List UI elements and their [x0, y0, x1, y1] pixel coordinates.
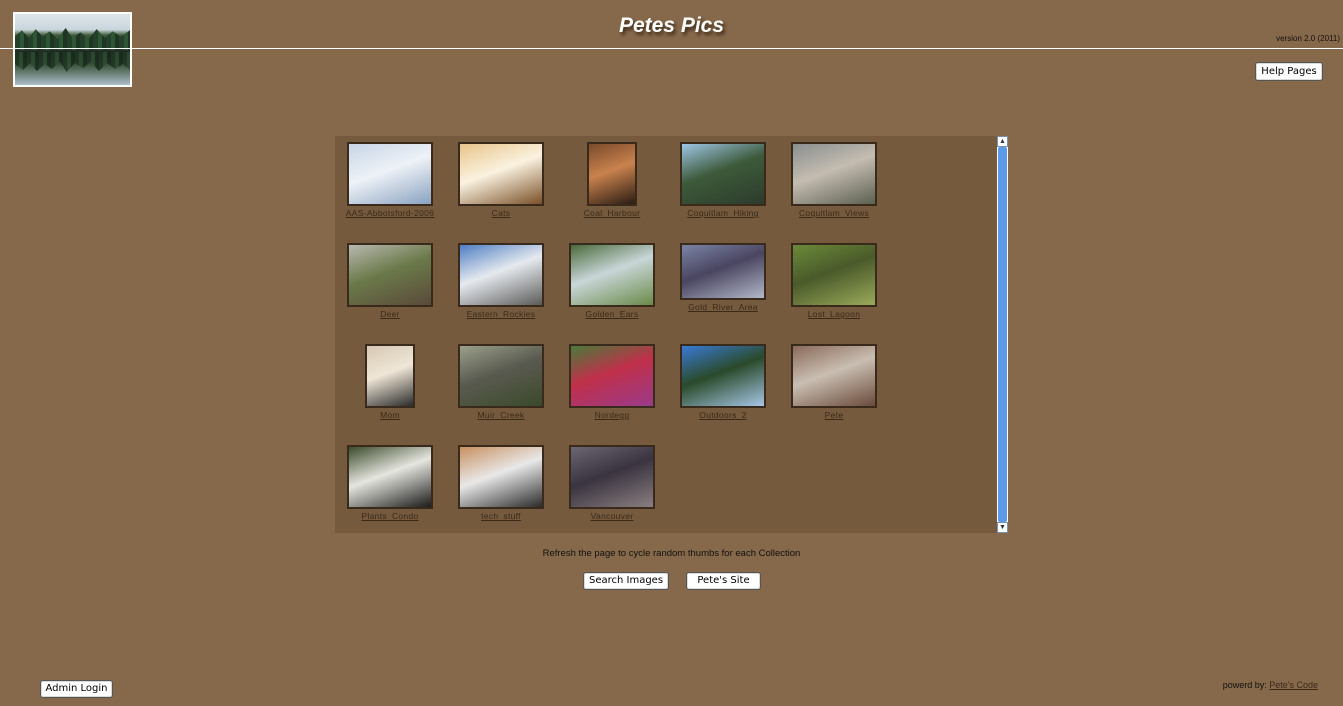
collection-link[interactable]: Gold_River_Area — [668, 302, 778, 312]
collection-link[interactable]: Outdoors_2 — [668, 410, 778, 420]
collection-item[interactable]: Pete — [779, 344, 889, 420]
collection-item[interactable]: Nordegg — [557, 344, 667, 420]
collection-item[interactable]: Coquitlam_Views — [779, 142, 889, 218]
powered-by-label: powerd by: — [1222, 680, 1267, 690]
logo-reflection — [15, 52, 130, 72]
collection-link[interactable]: AAS-Abbotsford-2006 — [335, 208, 445, 218]
collection-thumbnail[interactable] — [347, 142, 433, 206]
collection-gallery: AAS-Abbotsford-2006 Cats Coal_Harbour Coqui… — [335, 136, 1008, 533]
collection-thumbnail[interactable] — [587, 142, 637, 206]
collection-item[interactable]: Outdoors_2 — [668, 344, 778, 420]
collection-link[interactable]: Pete — [779, 410, 889, 420]
page-title: Petes Pics — [618, 14, 725, 37]
collection-item[interactable]: Eastern_Rockies — [446, 243, 556, 319]
collection-link[interactable]: Vancouver — [557, 511, 667, 521]
collection-item[interactable]: Coquitlam_Hiking — [668, 142, 778, 218]
collection-link[interactable]: Plants_Condo — [335, 511, 445, 521]
admin-login-button[interactable]: Admin Login — [40, 680, 113, 698]
collection-item[interactable]: Muir_Creek — [446, 344, 556, 420]
collection-thumbnail[interactable] — [347, 243, 433, 307]
collection-thumbnail[interactable] — [569, 344, 655, 408]
collection-item[interactable]: Vancouver — [557, 445, 667, 521]
collection-thumbnail[interactable] — [791, 344, 877, 408]
collection-thumbnail[interactable] — [458, 142, 544, 206]
collection-thumbnail[interactable] — [458, 243, 544, 307]
collection-thumbnail[interactable] — [680, 142, 766, 206]
collection-item[interactable]: Gold_River_Area — [668, 243, 778, 312]
powered-by: powerd by: Pete's Code — [1223, 680, 1318, 690]
scroll-up-icon[interactable]: ▲ — [997, 136, 1008, 147]
collection-link[interactable]: Mom — [335, 410, 445, 420]
collection-item[interactable]: Coal_Harbour — [557, 142, 667, 218]
collection-item[interactable]: tech_stuff — [446, 445, 556, 521]
collection-thumbnail[interactable] — [458, 445, 544, 509]
petes-site-button[interactable]: Pete's Site — [686, 572, 761, 590]
collection-link[interactable]: Deer — [335, 309, 445, 319]
collection-item[interactable]: Cats — [446, 142, 556, 218]
help-pages-button[interactable]: Help Pages — [1255, 62, 1323, 81]
collection-link[interactable]: Nordegg — [557, 410, 667, 420]
collection-item[interactable]: AAS-Abbotsford-2006 — [335, 142, 445, 218]
collection-thumbnail[interactable] — [680, 243, 766, 300]
collection-item[interactable]: Plants_Condo — [335, 445, 445, 521]
collection-link[interactable]: Cats — [446, 208, 556, 218]
collection-thumbnail[interactable] — [569, 243, 655, 307]
collection-link[interactable]: Muir_Creek — [446, 410, 556, 420]
collection-link[interactable]: Lost_Lagoon — [779, 309, 889, 319]
gallery-scrollbar[interactable]: ▲ ▼ — [997, 136, 1008, 533]
refresh-note: Refresh the page to cycle random thumbs … — [542, 548, 801, 559]
collection-link[interactable]: Coal_Harbour — [557, 208, 667, 218]
collection-item[interactable]: Golden_Ears — [557, 243, 667, 319]
scroll-down-icon[interactable]: ▼ — [997, 522, 1008, 533]
scroll-thumb[interactable] — [998, 147, 1007, 522]
version-label: version 2.0 (2011) — [1276, 34, 1340, 43]
collection-thumbnail[interactable] — [458, 344, 544, 408]
collection-link[interactable]: tech_stuff — [446, 511, 556, 521]
collection-link[interactable]: Golden_Ears — [557, 309, 667, 319]
search-images-button[interactable]: Search Images — [583, 572, 669, 590]
collection-item[interactable]: Lost_Lagoon — [779, 243, 889, 319]
collection-thumbnail[interactable] — [347, 445, 433, 509]
collection-thumbnail[interactable] — [680, 344, 766, 408]
collection-thumbnail[interactable] — [791, 243, 877, 307]
collection-thumbnail[interactable] — [365, 344, 415, 408]
collection-link[interactable]: Coquitlam_Views — [779, 208, 889, 218]
collection-link[interactable]: Eastern_Rockies — [446, 309, 556, 319]
collection-thumbnail[interactable] — [569, 445, 655, 509]
header-divider — [0, 48, 1343, 49]
collection-thumbnail[interactable] — [791, 142, 877, 206]
collection-link[interactable]: Coquitlam_Hiking — [668, 208, 778, 218]
collection-item[interactable]: Deer — [335, 243, 445, 319]
collection-item[interactable]: Mom — [335, 344, 445, 420]
petes-code-link[interactable]: Pete's Code — [1269, 680, 1318, 690]
